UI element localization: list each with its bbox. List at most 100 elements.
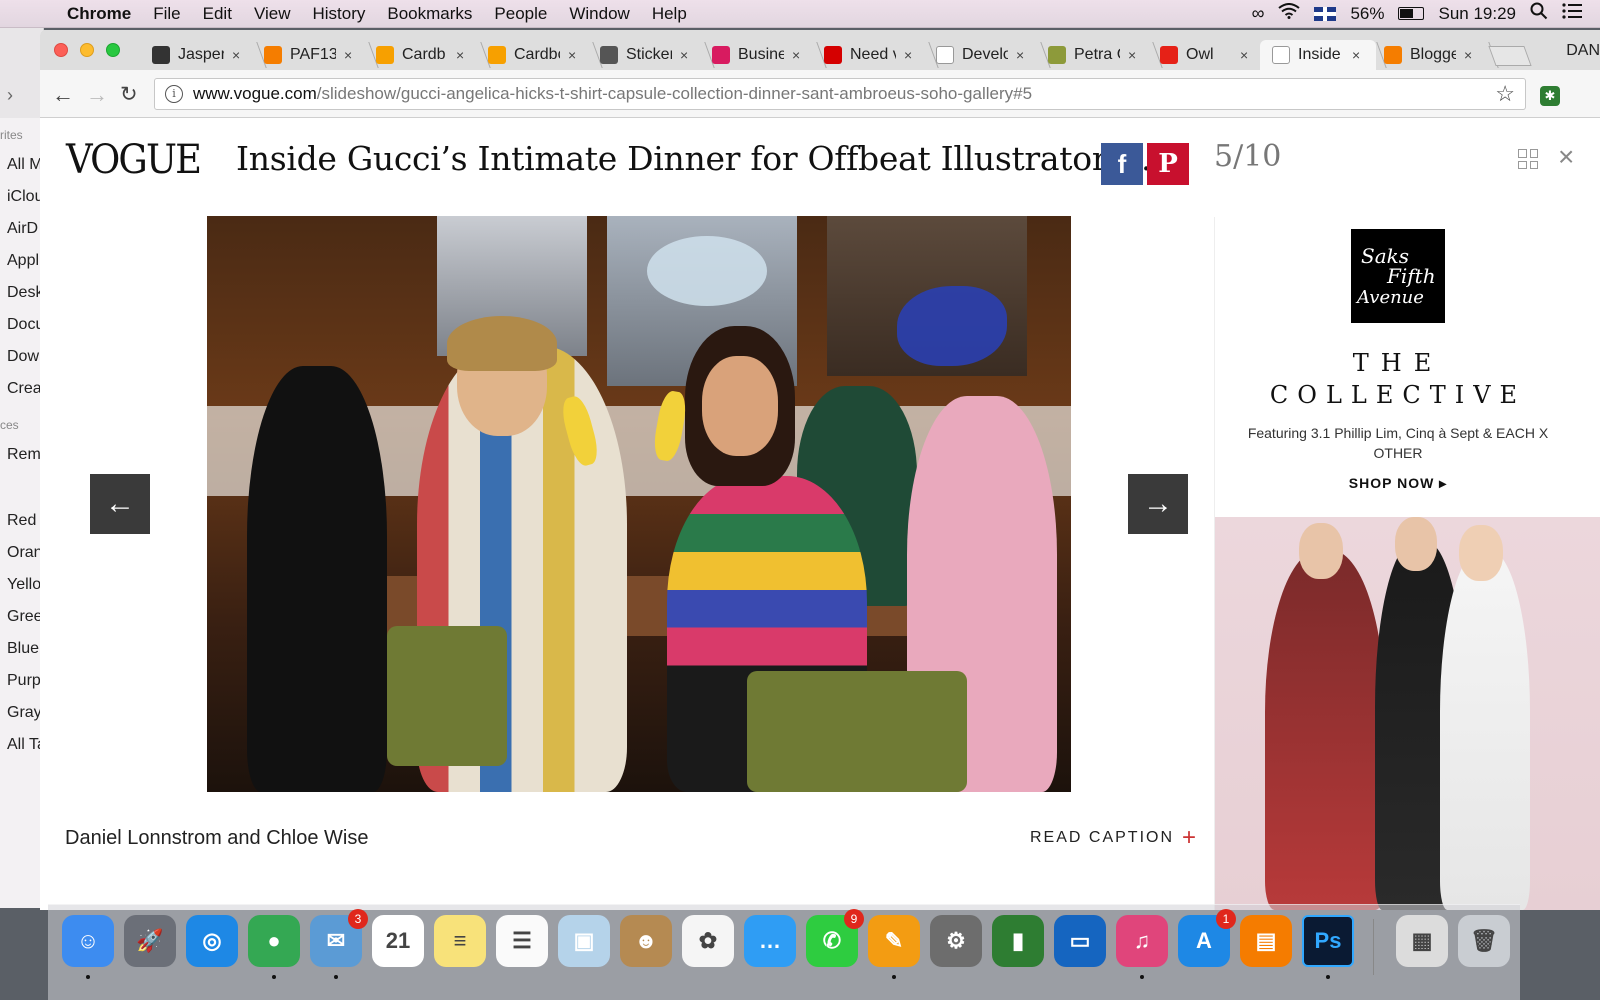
next-slide-button[interactable]: → xyxy=(1128,474,1188,534)
finder-tag[interactable]: Gray xyxy=(7,704,42,722)
tab-close-icon[interactable]: × xyxy=(904,47,912,63)
dock-chrome-window-icon[interactable]: ▦ xyxy=(1396,915,1448,967)
close-gallery-icon[interactable]: × xyxy=(1558,141,1574,173)
finder-tag[interactable]: Blue xyxy=(7,640,39,658)
menu-file[interactable]: File xyxy=(142,4,191,24)
input-source-flag-icon[interactable] xyxy=(1314,6,1337,21)
dock-reminders-icon[interactable]: ☰ xyxy=(496,915,548,967)
menu-edit[interactable]: Edit xyxy=(192,4,243,24)
tab-close-icon[interactable]: × xyxy=(1240,47,1248,63)
new-tab-button[interactable] xyxy=(1488,46,1532,66)
dock-calendar-icon[interactable]: 21 xyxy=(372,915,424,967)
dock-chrome-icon[interactable]: ● xyxy=(248,915,300,967)
tab-illustrator[interactable]: Cardbo × xyxy=(476,40,603,70)
wifi-icon[interactable] xyxy=(1278,3,1301,24)
finder-tag[interactable]: All Ta xyxy=(7,736,43,754)
finder-item[interactable]: iClou xyxy=(7,188,43,206)
menu-help[interactable]: Help xyxy=(641,4,698,24)
finder-item[interactable]: All M xyxy=(7,156,43,174)
previous-slide-button[interactable]: ← xyxy=(90,474,150,534)
bookmark-star-icon[interactable]: ☆ xyxy=(1495,81,1515,107)
finder-tag[interactable]: Purp xyxy=(7,672,41,690)
tab-blogger[interactable]: PAF13 × xyxy=(252,40,379,70)
reload-icon[interactable]: ↻ xyxy=(120,82,138,107)
menu-history[interactable]: History xyxy=(301,4,376,24)
finder-item[interactable]: Dow xyxy=(7,348,39,366)
tab-squarespace[interactable]: Jasper × xyxy=(140,40,267,70)
tab-close-icon[interactable]: × xyxy=(568,47,576,63)
ad-shop-now-link[interactable]: SHOP NOW ▸ xyxy=(1215,475,1581,492)
tab-close-icon[interactable]: × xyxy=(792,47,800,63)
dock-ibooks-icon[interactable]: ▤ xyxy=(1240,915,1292,967)
battery-percent[interactable]: 56% xyxy=(1350,4,1384,24)
tab-close-icon[interactable]: × xyxy=(680,47,688,63)
menu-people[interactable]: People xyxy=(483,4,558,24)
dock-photoshop-icon[interactable]: Ps xyxy=(1302,915,1354,967)
pinterest-share-button[interactable]: P xyxy=(1147,143,1189,185)
tab-document[interactable]: Develo × xyxy=(924,40,1051,70)
finder-item[interactable]: Desk xyxy=(7,284,43,302)
finder-tag[interactable]: Gree xyxy=(7,608,43,626)
spotlight-search-icon[interactable] xyxy=(1530,2,1548,25)
back-icon[interactable]: ← xyxy=(52,82,74,108)
tab-close-icon[interactable]: × xyxy=(456,47,464,63)
finder-item[interactable]: Appl xyxy=(7,252,39,270)
finder-tag[interactable]: Yello xyxy=(7,576,41,594)
forward-icon[interactable]: → xyxy=(86,82,108,108)
tab-box[interactable]: Sticker × xyxy=(588,40,715,70)
advertisement[interactable]: Saks Fifth Avenue THE COLLECTIVE Featuri… xyxy=(1214,217,1600,910)
tab-blogger[interactable]: Blogge × xyxy=(1372,40,1499,70)
tab-colorblock[interactable]: Busine × xyxy=(700,40,827,70)
dock-launchpad-icon[interactable]: 🚀 xyxy=(124,915,176,967)
tab-youtube[interactable]: Owl × xyxy=(1148,40,1275,70)
grid-view-icon[interactable] xyxy=(1518,149,1538,169)
creative-cloud-icon[interactable]: ∞ xyxy=(1252,3,1265,24)
menu-window[interactable]: Window xyxy=(558,4,640,24)
dock-mail-icon[interactable]: ✉ 3 xyxy=(310,909,368,967)
dock-app-store-icon[interactable]: A1 xyxy=(1178,909,1236,967)
menu-bookmarks[interactable]: Bookmarks xyxy=(376,4,483,24)
finder-tag[interactable]: Red xyxy=(7,512,36,530)
battery-icon[interactable] xyxy=(1398,7,1425,20)
read-caption-button[interactable]: READ CAPTION + xyxy=(1030,826,1198,850)
extension-icon[interactable]: ✱ xyxy=(1540,86,1560,106)
menu-app-name[interactable]: Chrome xyxy=(56,4,142,24)
dock-system-preferences-icon[interactable]: ⚙ xyxy=(930,915,982,967)
address-bar[interactable]: i www.vogue.com/slideshow/gucci-angelica… xyxy=(154,78,1526,110)
finder-tag[interactable]: Oran xyxy=(7,544,43,562)
dock-photos-icon[interactable]: ✿ xyxy=(682,915,734,967)
tab-vogue-v[interactable]: Inside × xyxy=(1260,40,1387,70)
dock-pages-icon[interactable]: ✎ xyxy=(868,915,920,967)
tab-close-icon[interactable]: × xyxy=(1128,47,1136,63)
dock-finder-icon[interactable]: ☺ xyxy=(62,915,114,967)
facebook-share-button[interactable]: f xyxy=(1101,143,1143,185)
dock-safari-icon[interactable]: ◎ xyxy=(186,915,238,967)
tab-close-icon[interactable]: × xyxy=(344,47,352,63)
dock-keynote-icon[interactable]: ▭ xyxy=(1054,915,1106,967)
finder-item[interactable]: Crea xyxy=(7,380,42,398)
tab-avatar[interactable]: Petra C × xyxy=(1036,40,1163,70)
tab-close-icon[interactable]: × xyxy=(232,47,240,63)
dock-notes-icon[interactable]: ≡ xyxy=(434,915,486,967)
menu-clock[interactable]: Sun 19:29 xyxy=(1438,4,1516,24)
tab-illustrator[interactable]: Cardb × xyxy=(364,40,491,70)
dock-trash-icon[interactable]: 🗑 xyxy=(1458,915,1510,967)
tab-close-icon[interactable]: × xyxy=(1016,47,1024,63)
tab-redflag[interactable]: Need v × xyxy=(812,40,939,70)
close-window-button[interactable] xyxy=(54,43,68,57)
zoom-window-button[interactable] xyxy=(106,43,120,57)
notification-center-icon[interactable] xyxy=(1562,3,1582,24)
finder-forward-icon[interactable]: › xyxy=(7,85,13,106)
finder-item[interactable]: Rem xyxy=(7,446,41,464)
menu-view[interactable]: View xyxy=(243,4,302,24)
site-info-icon[interactable]: i xyxy=(165,85,183,103)
profile-name[interactable]: DAN xyxy=(1566,42,1600,60)
dock-facetime-icon[interactable]: ✆ 9 xyxy=(806,909,864,967)
dock-numbers-icon[interactable]: ▮ xyxy=(992,915,1044,967)
finder-item[interactable]: AirD xyxy=(7,220,38,238)
tab-close-icon[interactable]: × xyxy=(1352,47,1360,63)
dock-itunes-icon[interactable]: ♫ xyxy=(1116,915,1168,967)
finder-item[interactable]: Docu xyxy=(7,316,43,334)
dock-messages-icon[interactable]: … xyxy=(744,915,796,967)
dock-preview-icon[interactable]: ▣ xyxy=(558,915,610,967)
